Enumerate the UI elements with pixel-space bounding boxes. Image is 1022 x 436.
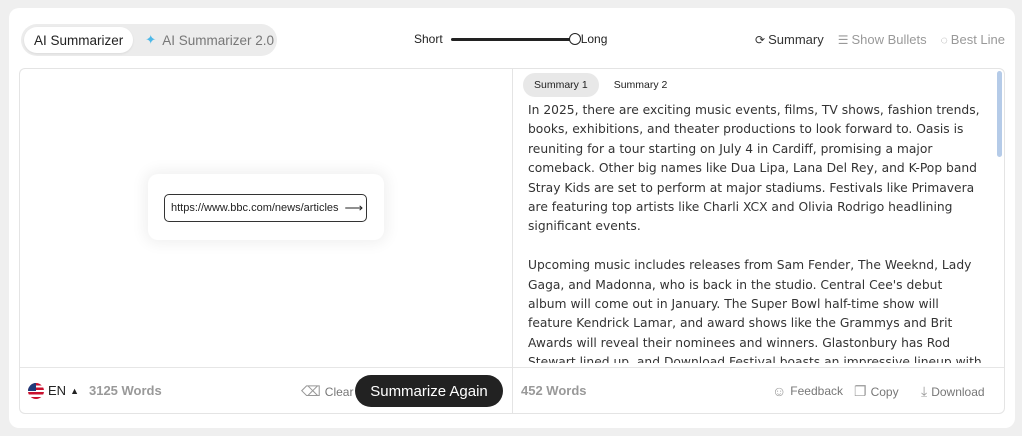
eraser-icon: ⌫ xyxy=(301,383,321,399)
length-control: Short Long xyxy=(414,32,607,46)
mode-ai-summarizer-label: AI Summarizer xyxy=(34,32,124,48)
url-text: https://www.bbc.com/news/articles xyxy=(171,202,339,214)
clear-label: Clear xyxy=(324,384,354,399)
output-footer: 452 Words ☺ Feedback ❐ Copy ⤓ Download xyxy=(513,367,1004,413)
input-footer: EN ▲ 3125 Words ⌫ Clear Summarize Again xyxy=(20,367,512,413)
copy-label: Copy xyxy=(870,384,899,399)
summary-tabs: Summary 1 Summary 2 xyxy=(523,73,682,97)
copy-button[interactable]: ❐ Copy xyxy=(854,383,899,400)
view-best-line-label: Best Line xyxy=(950,32,1005,47)
view-summary-button[interactable]: ⟳ Summary xyxy=(755,32,824,47)
output-panel: Summary 1 Summary 2 In 2025, there are e… xyxy=(512,68,1005,414)
scrollbar[interactable] xyxy=(997,71,1002,157)
mode-toggle: AI Summarizer ✦ AI Summarizer 2.0 xyxy=(21,24,277,56)
summary-text: In 2025, there are exciting music events… xyxy=(528,101,983,363)
tab-summary-2[interactable]: Summary 2 xyxy=(603,73,679,97)
output-word-count: 452 Words xyxy=(521,383,587,398)
mode-ai-summarizer-2-label: AI Summarizer 2.0 xyxy=(162,32,274,48)
download-button[interactable]: ⤓ Download xyxy=(921,383,985,400)
length-slider[interactable] xyxy=(450,32,581,45)
summary-icon: ⟳ xyxy=(755,32,766,47)
feedback-button[interactable]: ☺ Feedback xyxy=(772,383,843,399)
view-best-line-button[interactable]: ◌ Best Line xyxy=(941,32,1005,47)
mode-ai-summarizer[interactable]: AI Summarizer xyxy=(24,27,134,53)
download-icon: ⤓ xyxy=(921,383,928,399)
summary-paragraph: Upcoming music includes releases from Sa… xyxy=(528,258,982,363)
copy-icon: ❐ xyxy=(854,383,867,399)
url-input[interactable]: https://www.bbc.com/news/articles ⟶ xyxy=(164,194,367,222)
feedback-label: Feedback xyxy=(790,384,843,398)
input-word-count: 3125 Words xyxy=(88,383,162,398)
download-label: Download xyxy=(931,384,985,399)
summary-paragraph: In 2025, there are exciting music events… xyxy=(528,103,980,234)
view-show-bullets-label: Show Bullets xyxy=(851,32,927,47)
best-line-icon: ◌ xyxy=(940,32,948,47)
smiley-icon: ☺ xyxy=(772,383,787,399)
arrow-right-icon[interactable]: ⟶ xyxy=(345,200,364,216)
length-slider-thumb[interactable] xyxy=(568,32,581,45)
mode-ai-summarizer-2[interactable]: ✦ AI Summarizer 2.0 xyxy=(133,27,284,53)
summarize-again-button[interactable]: Summarize Again xyxy=(355,375,503,407)
caret-up-icon: ▲ xyxy=(70,385,79,396)
bullets-icon: ☰ xyxy=(837,32,849,47)
us-flag-icon xyxy=(28,382,44,399)
input-panel: https://www.bbc.com/news/articles ⟶ EN ▲… xyxy=(19,68,512,414)
length-long-label: Long xyxy=(580,32,608,46)
length-short-label: Short xyxy=(414,32,443,46)
sparkle-icon: ✦ xyxy=(145,32,157,47)
summarizer-card: AI Summarizer ✦ AI Summarizer 2.0 Short … xyxy=(9,8,1015,428)
tab-summary-1[interactable]: Summary 1 xyxy=(523,73,599,97)
language-label: EN xyxy=(48,383,67,398)
clear-button[interactable]: ⌫ Clear xyxy=(301,383,353,400)
language-select[interactable]: EN ▲ xyxy=(48,383,79,398)
view-show-bullets-button[interactable]: ☰ Show Bullets xyxy=(838,32,927,47)
view-summary-label: Summary xyxy=(768,32,824,47)
view-options: ⟳ Summary ☰ Show Bullets ◌ Best Line xyxy=(741,32,1005,47)
